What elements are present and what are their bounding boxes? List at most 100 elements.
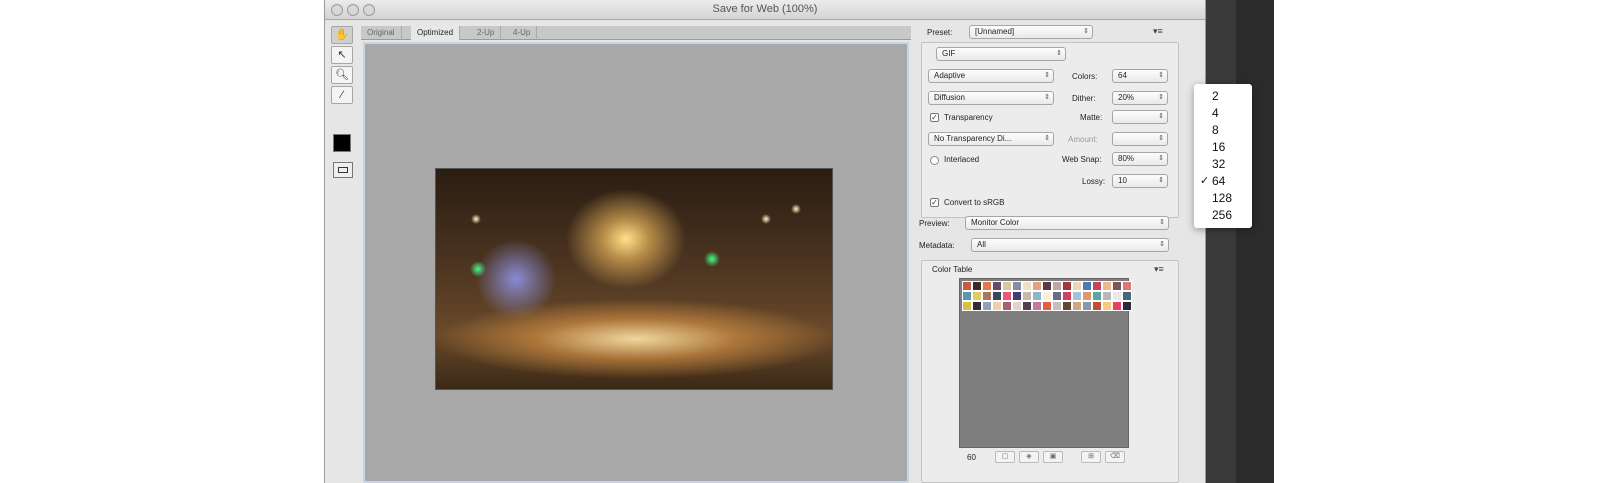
color-table-swatch[interactable] xyxy=(1012,281,1022,291)
color-table-swatch[interactable] xyxy=(1042,301,1052,311)
new-color-button[interactable]: ⊞ xyxy=(1081,451,1101,463)
color-table-swatch[interactable] xyxy=(982,281,992,291)
color-table-swatch[interactable] xyxy=(972,281,982,291)
color-table-swatch[interactable] xyxy=(1122,291,1132,301)
color-reduction-dropdown[interactable]: Adaptive ⇕ xyxy=(928,69,1054,83)
interlaced-checkbox[interactable] xyxy=(930,156,939,165)
metadata-dropdown[interactable]: All ⇕ xyxy=(971,238,1169,252)
tab-2-up[interactable]: 2-Up xyxy=(471,26,502,40)
colors-option-4[interactable]: 4 xyxy=(1194,105,1252,121)
color-table-swatch[interactable] xyxy=(1072,301,1082,311)
tab-original[interactable]: Original xyxy=(361,26,402,40)
colors-option-label: 128 xyxy=(1212,191,1233,205)
convert-to-srgb-checkbox[interactable]: ✓ xyxy=(930,198,939,207)
color-table-swatch[interactable] xyxy=(1032,281,1042,291)
color-table-swatch[interactable] xyxy=(982,291,992,301)
color-table-swatch[interactable] xyxy=(1042,291,1052,301)
color-table-swatch[interactable] xyxy=(1022,281,1032,291)
matte-dropdown[interactable]: ⇕ xyxy=(1112,110,1168,124)
color-table-swatch[interactable] xyxy=(1102,281,1112,291)
transparency-checkbox[interactable]: ✓ xyxy=(930,113,939,122)
color-table-swatch[interactable] xyxy=(1102,291,1112,301)
color-table-swatch[interactable] xyxy=(1062,281,1072,291)
color-table-grid[interactable] xyxy=(959,278,1132,448)
color-table-swatch[interactable] xyxy=(962,291,972,301)
colors-option-128[interactable]: 128 xyxy=(1194,190,1252,206)
color-table-swatch[interactable] xyxy=(1052,291,1062,301)
shift-to-web-palette-button[interactable]: ◈ xyxy=(1019,451,1039,463)
color-table-swatch[interactable] xyxy=(1112,301,1122,311)
zoom-tool-icon[interactable]: 🔍︎ xyxy=(331,66,353,84)
lock-color-button[interactable]: ▣ xyxy=(1043,451,1063,463)
eyedropper-tool-icon[interactable]: ⁄ xyxy=(331,86,353,104)
dither-algorithm-dropdown[interactable]: Diffusion ⇕ xyxy=(928,91,1054,105)
title-bar[interactable]: Save for Web (100%) xyxy=(325,0,1205,20)
color-table-swatch[interactable] xyxy=(992,301,1002,311)
color-table-swatch[interactable] xyxy=(1092,301,1102,311)
colors-dropdown[interactable]: 64 ⇕ xyxy=(1112,69,1168,83)
color-table-swatch[interactable] xyxy=(1062,291,1072,301)
slice-select-tool-icon[interactable]: ↖ xyxy=(331,46,353,64)
color-table-swatch[interactable] xyxy=(1032,291,1042,301)
colors-option-256[interactable]: 256 xyxy=(1194,207,1252,223)
color-table-swatch[interactable] xyxy=(1112,281,1122,291)
eyedropper-color-swatch[interactable] xyxy=(333,134,351,152)
web-snap-field[interactable]: 80% ⇕ xyxy=(1112,152,1168,166)
tab-4-up[interactable]: 4-Up xyxy=(507,26,538,40)
color-table-menu-icon[interactable]: ▾≡ xyxy=(1154,264,1164,275)
color-table-swatch[interactable] xyxy=(1002,281,1012,291)
hand-tool-icon[interactable]: ✋ xyxy=(331,26,353,44)
color-count: 60 xyxy=(967,453,976,462)
colors-option-32[interactable]: 32 xyxy=(1194,156,1252,172)
color-table-swatch[interactable] xyxy=(1072,291,1082,301)
preset-dropdown[interactable]: [Unnamed] ⇕ xyxy=(969,25,1093,39)
color-table-swatch[interactable] xyxy=(1002,291,1012,301)
color-table-swatch[interactable] xyxy=(1052,301,1062,311)
preview-color-dropdown[interactable]: Monitor Color ⇕ xyxy=(965,216,1169,230)
color-table-swatch[interactable] xyxy=(992,281,1002,291)
toggle-slices-visibility-icon[interactable] xyxy=(333,162,353,178)
web-snap-label: Web Snap: xyxy=(1062,155,1102,164)
delete-color-button[interactable]: ⌫ xyxy=(1105,451,1125,463)
optimized-preview-canvas[interactable] xyxy=(363,42,909,483)
color-table-swatch[interactable] xyxy=(1122,281,1132,291)
color-table-swatch[interactable] xyxy=(1082,301,1092,311)
amount-label: Amount: xyxy=(1068,135,1098,144)
color-table-swatch[interactable] xyxy=(972,301,982,311)
color-table-swatch[interactable] xyxy=(1092,291,1102,301)
color-table-swatch[interactable] xyxy=(972,291,982,301)
color-table-swatch[interactable] xyxy=(992,291,1002,301)
color-table-swatch[interactable] xyxy=(1102,301,1112,311)
color-table-swatch[interactable] xyxy=(1112,291,1122,301)
color-table-swatch[interactable] xyxy=(1022,291,1032,301)
color-table-swatch[interactable] xyxy=(982,301,992,311)
color-table-swatch[interactable] xyxy=(1052,281,1062,291)
color-table-swatch[interactable] xyxy=(1082,291,1092,301)
color-table-swatch[interactable] xyxy=(1012,291,1022,301)
transparency-dither-dropdown[interactable]: No Transparency Di... ⇕ xyxy=(928,132,1054,146)
colors-option-64[interactable]: ✓ 64 xyxy=(1194,173,1252,189)
color-table-swatch[interactable] xyxy=(1022,301,1032,311)
color-table-swatch[interactable] xyxy=(1032,301,1042,311)
dither-amount-field[interactable]: 20% ⇕ xyxy=(1112,91,1168,105)
color-table-swatch[interactable] xyxy=(1082,281,1092,291)
color-table-swatch[interactable] xyxy=(962,301,972,311)
color-table-swatch[interactable] xyxy=(1002,301,1012,311)
transparency-amount-field[interactable]: ⇕ xyxy=(1112,132,1168,146)
map-to-transparent-button[interactable]: ▢ xyxy=(995,451,1015,463)
background-app-sidebar xyxy=(1206,0,1236,483)
colors-option-2[interactable]: 2 xyxy=(1194,88,1252,104)
tab-optimized[interactable]: Optimized xyxy=(411,26,461,40)
optimize-menu-icon[interactable]: ▾≡ xyxy=(1153,26,1163,37)
color-table-swatch[interactable] xyxy=(1042,281,1052,291)
lossy-field[interactable]: 10 ⇕ xyxy=(1112,174,1168,188)
color-table-swatch[interactable] xyxy=(1012,301,1022,311)
color-table-swatch[interactable] xyxy=(1062,301,1072,311)
color-table-swatch[interactable] xyxy=(1122,301,1132,311)
file-format-dropdown[interactable]: GIF ⇕ xyxy=(936,47,1066,61)
color-table-swatch[interactable] xyxy=(962,281,972,291)
colors-option-8[interactable]: 8 xyxy=(1194,122,1252,138)
colors-option-16[interactable]: 16 xyxy=(1194,139,1252,155)
color-table-swatch[interactable] xyxy=(1072,281,1082,291)
color-table-swatch[interactable] xyxy=(1092,281,1102,291)
